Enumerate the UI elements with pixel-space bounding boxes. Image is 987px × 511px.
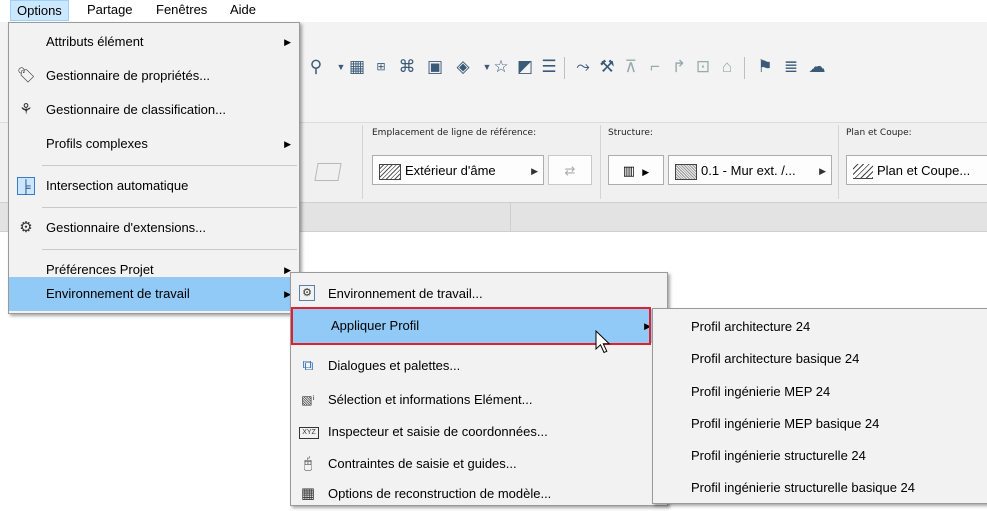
workspace-icon: ⚙ — [299, 285, 315, 301]
submenu-arrow-icon: ▶ — [284, 139, 291, 149]
menu-item-profil[interactable]: Profil ingénierie structurelle basique 2… — [691, 478, 915, 498]
appliquer-profil-submenu: Profil architecture 24 Profil architectu… — [652, 308, 987, 504]
star-icon[interactable]: ☆ — [490, 56, 512, 78]
structure-label: Structure: — [608, 128, 653, 138]
tag-icon: 🏷 — [17, 67, 37, 84]
magic-wand-icon[interactable]: ⚒ — [596, 56, 618, 78]
menu-options[interactable]: Options — [10, 0, 69, 21]
palettes-icon: ⧉ — [302, 357, 314, 374]
offset-icon[interactable]: ⤳ — [572, 56, 594, 78]
split-icon[interactable]: ⊡ — [692, 56, 714, 78]
menu-item-gestionnaire-extensions[interactable]: ⚙ Gestionnaire d'extensions... — [9, 211, 299, 245]
plan-button[interactable]: Plan et Coupe... — [846, 155, 987, 185]
menu-item-profil[interactable]: Profil ingénierie MEP basique 24 — [691, 414, 879, 434]
flag-icon[interactable]: ⚑ — [754, 56, 776, 78]
menu-item-label: Gestionnaire d'extensions... — [46, 220, 207, 235]
menu-item-label: Inspecteur et saisie de coordonnées... — [328, 424, 548, 439]
ref-line-value: Extérieur d'âme — [405, 163, 496, 178]
menu-item-contraintes-saisie[interactable]: 🖰 Contraintes de saisie et guides... — [291, 447, 667, 481]
tool-icon[interactable]: ⚲ — [305, 56, 327, 78]
options-menu: Attributs élément ▶ 🏷 Gestionnaire de pr… — [8, 22, 300, 314]
cross-icon[interactable]: ⌘ — [396, 56, 418, 78]
menu-item-label: Intersection automatique — [46, 178, 189, 193]
menu-item-gestionnaire-classification[interactable]: ⚘ Gestionnaire de classification... — [9, 93, 299, 127]
composite-icon — [675, 163, 697, 180]
wall-preview-icon — [314, 163, 342, 181]
menu-item-profil[interactable]: Profil ingénierie structurelle 24 — [691, 446, 866, 466]
wall-hatch-icon — [379, 163, 401, 180]
dimension-icon[interactable]: ⊞ — [370, 56, 392, 78]
menu-item-label: Environnement de travail... — [328, 286, 483, 301]
plan-label: Plan et Coupe: — [846, 128, 912, 138]
view-icon[interactable]: ◩ — [514, 56, 536, 78]
structure-icon: ▥ — [622, 163, 636, 178]
menu-partage[interactable]: Partage — [81, 0, 139, 20]
intersection-icon: ╞ — [17, 177, 35, 195]
structure-value: 0.1 - Mur ext. /... — [701, 163, 796, 178]
menu-item-label: Contraintes de saisie et guides... — [328, 456, 517, 471]
menu-aide[interactable]: Aide — [224, 0, 262, 20]
submenu-arrow-icon: ▶ — [284, 37, 291, 47]
elevate-icon[interactable]: ⊼ — [620, 56, 642, 78]
corner-icon[interactable]: ⌐ — [644, 56, 666, 78]
xyz-icon: XYZ — [299, 427, 319, 439]
fillet-icon[interactable]: ↱ — [668, 56, 690, 78]
roof-icon[interactable]: ⌂ — [716, 56, 738, 78]
menu-item-profil[interactable]: Profil architecture basique 24 — [691, 349, 859, 369]
menu-item-options-reconstruction[interactable]: ▦ Options de reconstruction de modèle... — [291, 477, 667, 511]
menu-item-inspecteur-coordonnees[interactable]: XYZ Inspecteur et saisie de coordonnées.… — [291, 415, 667, 449]
info-icon: ▧ⁱ — [301, 393, 315, 407]
menu-item-selection-informations[interactable]: ▧ⁱ Sélection et informations Elément... — [291, 383, 667, 417]
menu-item-label: Sélection et informations Elément... — [328, 392, 533, 407]
plan-section-icon — [853, 164, 873, 180]
menu-item-environnement-travail[interactable]: Environnement de travail ▶ — [9, 277, 299, 311]
diamond-icon[interactable]: ◈ — [452, 56, 474, 78]
mouse-cursor-icon — [595, 330, 611, 354]
menu-item-profil[interactable]: Profil ingénierie MEP 24 — [691, 382, 830, 402]
menu-item-label: Gestionnaire de classification... — [46, 102, 226, 117]
structure-dropdown[interactable]: 0.1 - Mur ext. /... ▶ — [668, 155, 832, 185]
tree-icon: ⚘ — [19, 101, 33, 118]
flip-button[interactable]: ⇄ — [548, 155, 592, 185]
rebuild-icon: ▦ — [300, 485, 316, 502]
structure-type-dropdown[interactable]: ▥ ▶ — [608, 155, 664, 185]
menu-item-label: Dialogues et palettes... — [328, 358, 461, 373]
menu-item-label: Profils complexes — [46, 136, 148, 151]
cloud-icon[interactable]: ☁ — [806, 56, 828, 78]
menu-item-profil[interactable]: Profil architecture 24 — [691, 317, 810, 337]
menu-item-intersection-automatique[interactable]: ╞ Intersection automatique — [9, 169, 299, 203]
menu-item-label: Gestionnaire de propriétés... — [46, 68, 211, 83]
select-grid-icon[interactable]: ▣ — [424, 56, 446, 78]
layers-icon[interactable]: ☰ — [538, 56, 560, 78]
ref-line-dropdown[interactable]: Extérieur d'âme ▶ — [372, 155, 544, 185]
ref-line-label: Emplacement de ligne de référence: — [372, 128, 537, 138]
plan-value: Plan et Coupe... — [877, 163, 971, 178]
list-icon[interactable]: ≣ — [780, 56, 802, 78]
menu-item-label: Attributs élément — [46, 34, 144, 49]
menu-item-attributs-element[interactable]: Attributs élément ▶ — [9, 25, 299, 59]
menu-item-label: Environnement de travail — [46, 286, 190, 301]
menu-item-label: Options de reconstruction de modèle... — [328, 486, 552, 501]
menu-item-environnement-travail-dialog[interactable]: ⚙ Environnement de travail... — [291, 277, 667, 311]
menu-item-profils-complexes[interactable]: Profils complexes ▶ — [9, 127, 299, 161]
menu-bar: Options Partage Fenêtres Aide — [0, 0, 987, 23]
addon-icon: ⚙ — [19, 219, 33, 236]
menu-item-gestionnaire-proprietes[interactable]: 🏷 Gestionnaire de propriétés... — [9, 59, 299, 93]
snap-grid-icon[interactable]: ▦ — [346, 56, 368, 78]
mouse-icon: 🖰 — [303, 455, 313, 472]
menu-fenetres[interactable]: Fenêtres — [150, 0, 213, 20]
